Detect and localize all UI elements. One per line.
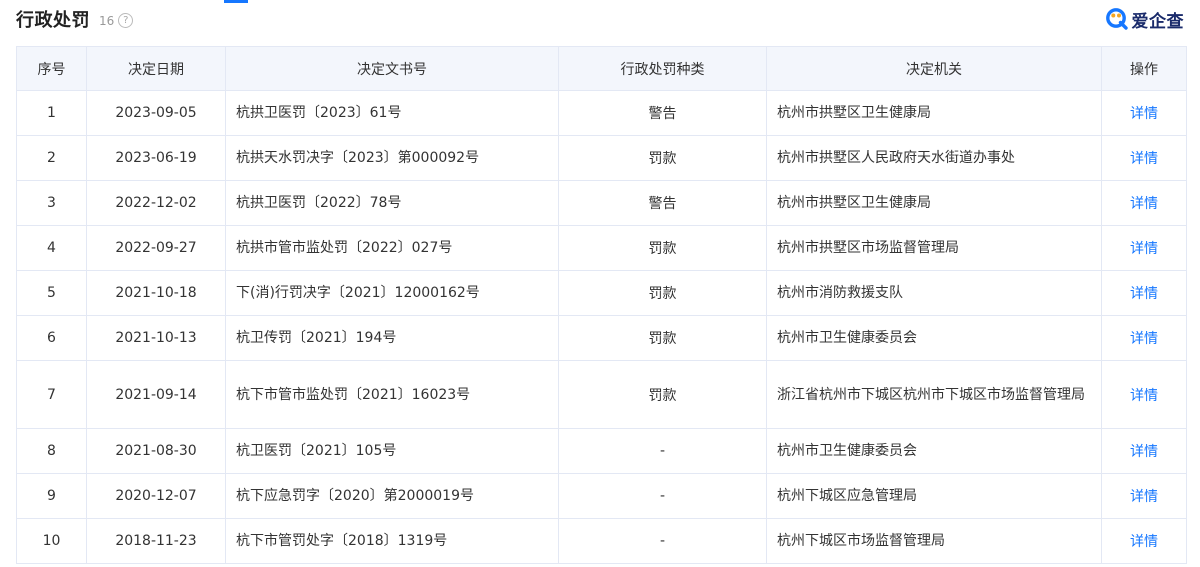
cell-date: 2020-12-07	[86, 473, 226, 519]
cell-authority: 杭州市拱墅区人民政府天水街道办事处	[766, 135, 1102, 181]
cell-no: 7	[16, 360, 87, 429]
detail-link[interactable]: 详情	[1130, 388, 1158, 404]
cell-action: 详情	[1101, 90, 1187, 136]
cell-action: 详情	[1101, 180, 1187, 226]
column-header-authority: 决定机关	[766, 46, 1102, 91]
cell-doc-number: 杭下市管市监处罚〔2021〕16023号	[225, 360, 559, 429]
cell-date: 2023-09-05	[86, 90, 226, 136]
cell-penalty-type: 罚款	[558, 135, 767, 181]
cell-doc-number: 杭拱市管市监处罚〔2022〕027号	[225, 225, 559, 271]
cell-no: 5	[16, 270, 87, 316]
cell-no: 2	[16, 135, 87, 181]
cell-doc-number: 杭卫医罚〔2021〕105号	[225, 428, 559, 474]
cell-penalty-type: 警告	[558, 90, 767, 136]
cell-no: 10	[16, 518, 87, 564]
table-row: 10 2018-11-23 杭下市管罚处字〔2018〕1319号 - 杭州下城区…	[16, 518, 1187, 564]
cell-authority: 杭州下城区应急管理局	[766, 473, 1102, 519]
cell-no: 6	[16, 315, 87, 361]
column-header-action: 操作	[1101, 46, 1187, 91]
cell-no: 3	[16, 180, 87, 226]
cell-action: 详情	[1101, 428, 1187, 474]
table-row: 8 2021-08-30 杭卫医罚〔2021〕105号 - 杭州市卫生健康委员会…	[16, 428, 1187, 474]
cell-doc-number: 下(消)行罚决字〔2021〕12000162号	[225, 270, 559, 316]
cell-no: 1	[16, 90, 87, 136]
cell-doc-number: 杭拱卫医罚〔2022〕78号	[225, 180, 559, 226]
cell-date: 2021-10-18	[86, 270, 226, 316]
cell-authority: 杭州市拱墅区卫生健康局	[766, 90, 1102, 136]
cell-authority: 杭州下城区市场监督管理局	[766, 518, 1102, 564]
cell-date: 2021-09-14	[86, 360, 226, 429]
brand-logo[interactable]: 爱企查	[1105, 0, 1185, 38]
cell-penalty-type: 罚款	[558, 270, 767, 316]
cell-penalty-type: -	[558, 428, 767, 474]
help-icon[interactable]: ?	[118, 13, 134, 28]
cell-penalty-type: 罚款	[558, 225, 767, 271]
detail-link[interactable]: 详情	[1130, 151, 1158, 167]
aiqicha-logo-icon	[1105, 8, 1128, 30]
detail-link[interactable]: 详情	[1130, 106, 1158, 122]
cell-date: 2021-08-30	[86, 428, 226, 474]
cell-penalty-type: 警告	[558, 180, 767, 226]
cell-action: 详情	[1101, 518, 1187, 564]
cell-authority: 杭州市拱墅区卫生健康局	[766, 180, 1102, 226]
cell-no: 4	[16, 225, 87, 271]
cell-date: 2022-09-27	[86, 225, 226, 271]
column-header-penalty-type: 行政处罚种类	[558, 46, 767, 91]
cell-action: 详情	[1101, 473, 1187, 519]
cell-doc-number: 杭下市管罚处字〔2018〕1319号	[225, 518, 559, 564]
detail-link[interactable]: 详情	[1130, 286, 1158, 302]
cell-doc-number: 杭下应急罚字〔2020〕第2000019号	[225, 473, 559, 519]
table-row: 2 2023-06-19 杭拱天水罚决字〔2023〕第000092号 罚款 杭州…	[16, 135, 1187, 181]
detail-link[interactable]: 详情	[1130, 534, 1158, 550]
table-row: 5 2021-10-18 下(消)行罚决字〔2021〕12000162号 罚款 …	[16, 270, 1187, 316]
cell-penalty-type: -	[558, 473, 767, 519]
detail-link[interactable]: 详情	[1130, 444, 1158, 460]
section-title: 行政处罚	[16, 10, 90, 31]
table-row: 4 2022-09-27 杭拱市管市监处罚〔2022〕027号 罚款 杭州市拱墅…	[16, 225, 1187, 271]
cell-authority: 杭州市消防救援支队	[766, 270, 1102, 316]
table-header-row: 序号 决定日期 决定文书号 行政处罚种类 决定机关 操作	[16, 46, 1187, 91]
column-header-no: 序号	[16, 46, 87, 91]
cell-no: 9	[16, 473, 87, 519]
cell-action: 详情	[1101, 270, 1187, 316]
cell-penalty-type: 罚款	[558, 315, 767, 361]
table-row: 1 2023-09-05 杭拱卫医罚〔2023〕61号 警告 杭州市拱墅区卫生健…	[16, 90, 1187, 136]
cell-action: 详情	[1101, 315, 1187, 361]
table-row: 6 2021-10-13 杭卫传罚〔2021〕194号 罚款 杭州市卫生健康委员…	[16, 315, 1187, 361]
cell-action: 详情	[1101, 135, 1187, 181]
cell-authority: 杭州市拱墅区市场监督管理局	[766, 225, 1102, 271]
cell-doc-number: 杭拱卫医罚〔2023〕61号	[225, 90, 559, 136]
penalty-table: 序号 决定日期 决定文书号 行政处罚种类 决定机关 操作 1 2023-09-0…	[16, 46, 1187, 564]
section-header: 行政处罚 16 ? 爱企查	[16, 0, 1184, 38]
cell-date: 2023-06-19	[86, 135, 226, 181]
column-header-doc-number: 决定文书号	[225, 46, 559, 91]
cell-authority: 浙江省杭州市下城区杭州市下城区市场监督管理局	[766, 360, 1102, 429]
table-row: 3 2022-12-02 杭拱卫医罚〔2022〕78号 警告 杭州市拱墅区卫生健…	[16, 180, 1187, 226]
detail-link[interactable]: 详情	[1130, 331, 1158, 347]
cell-penalty-type: 罚款	[558, 360, 767, 429]
cell-penalty-type: -	[558, 518, 767, 564]
cell-date: 2018-11-23	[86, 518, 226, 564]
cell-no: 8	[16, 428, 87, 474]
cell-doc-number: 杭拱天水罚决字〔2023〕第000092号	[225, 135, 559, 181]
cell-action: 详情	[1101, 360, 1187, 429]
cell-action: 详情	[1101, 225, 1187, 271]
cell-date: 2022-12-02	[86, 180, 226, 226]
table-row: 7 2021-09-14 杭下市管市监处罚〔2021〕16023号 罚款 浙江省…	[16, 360, 1187, 429]
detail-link[interactable]: 详情	[1130, 489, 1158, 505]
column-header-date: 决定日期	[86, 46, 226, 91]
brand-name: 爱企查	[1131, 11, 1184, 32]
cell-date: 2021-10-13	[86, 315, 226, 361]
cell-authority: 杭州市卫生健康委员会	[766, 315, 1102, 361]
detail-link[interactable]: 详情	[1130, 241, 1158, 257]
record-count: 16	[99, 13, 115, 28]
cell-doc-number: 杭卫传罚〔2021〕194号	[225, 315, 559, 361]
cell-authority: 杭州市卫生健康委员会	[766, 428, 1102, 474]
detail-link[interactable]: 详情	[1130, 196, 1158, 212]
table-row: 9 2020-12-07 杭下应急罚字〔2020〕第2000019号 - 杭州下…	[16, 473, 1187, 519]
